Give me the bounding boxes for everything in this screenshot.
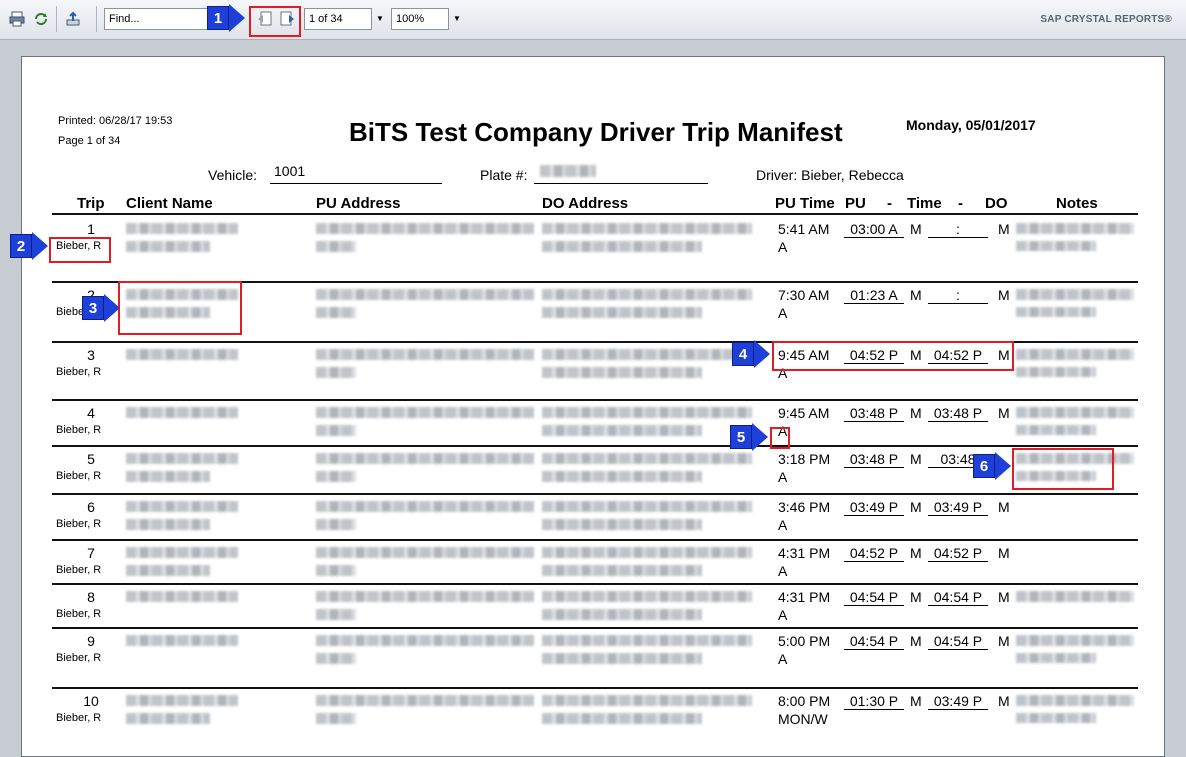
callout-1: 1	[207, 4, 245, 32]
zoom-dropdown-icon[interactable]: ▼	[450, 8, 464, 30]
export-button[interactable]	[62, 8, 84, 30]
highlight-times	[772, 341, 1014, 371]
trip-driver: Bieber, R	[56, 712, 102, 724]
do-actual-time: 03:49 P	[928, 693, 988, 710]
pu-time-suffix: MON/W	[778, 711, 828, 727]
do-meridiem: M	[998, 693, 1010, 709]
callout-4: 4	[732, 340, 770, 368]
refresh-icon	[35, 13, 47, 25]
callout-3: 3	[82, 294, 120, 322]
callout-6: 6	[973, 452, 1011, 480]
brand-label: SAP CRYSTAL REPORTS®	[1040, 14, 1172, 25]
page-dropdown-icon[interactable]: ▼	[373, 8, 387, 30]
callout-2: 2	[10, 232, 48, 260]
highlight-client-name	[118, 281, 242, 335]
pu-time: 8:00 PM	[778, 693, 831, 709]
refresh-button[interactable]	[30, 8, 52, 30]
viewer-toolbar: Find... 1 of 34 ▼ 100% ▼ SAP CRYSTAL REP…	[0, 0, 1186, 40]
find-input[interactable]: Find...	[104, 8, 218, 30]
report-page: Printed: 06/28/17 19:53 Page 1 of 34 BiT…	[21, 56, 1165, 757]
highlight-notes	[1012, 448, 1114, 490]
print-icon	[9, 11, 25, 27]
callout-5: 5	[730, 423, 768, 451]
trip-number: 10	[83, 693, 99, 709]
highlight-am-suffix	[770, 427, 790, 449]
highlight-driver-name	[49, 237, 111, 263]
page-number-field[interactable]: 1 of 34	[304, 8, 372, 30]
highlight-page-nav	[249, 6, 301, 37]
pu-actual-time: 01:30 P	[844, 693, 904, 710]
print-button[interactable]	[6, 8, 28, 30]
pu-meridiem: M	[910, 693, 922, 709]
export-icon	[66, 11, 80, 26]
zoom-select[interactable]: 100%	[391, 8, 449, 30]
table-row[interactable]: 10 Bieber, R 8:00 PM MON/W 01:30 P M 03:…	[22, 57, 1164, 756]
